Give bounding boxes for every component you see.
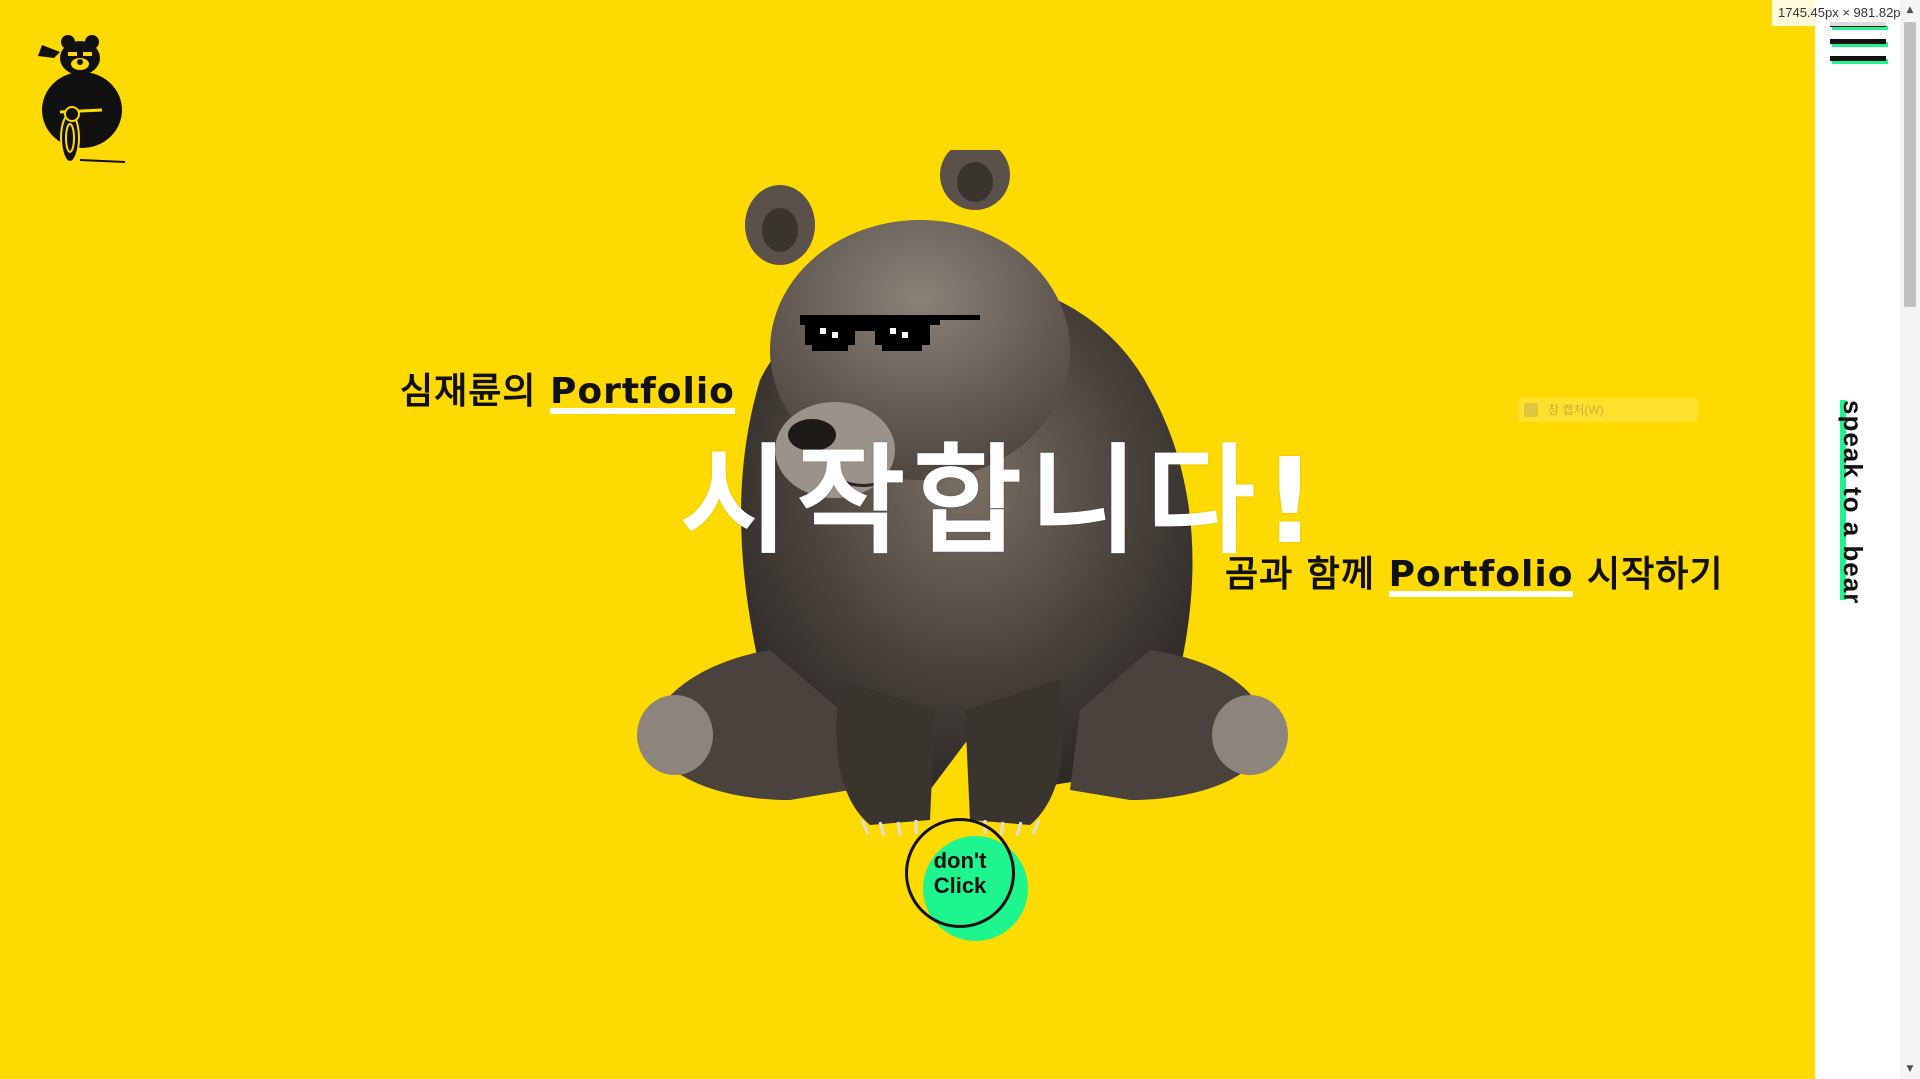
hero-section: 심재륜의 Portfolio 시작합니다! 곰과 함께 Portfolio 시작… — [0, 0, 1815, 1079]
scroll-thumb[interactable] — [1904, 22, 1916, 307]
scroll-up-arrow-icon[interactable]: ▲ — [1900, 2, 1920, 18]
hamburger-menu-button[interactable] — [1830, 22, 1888, 66]
sub-heading-owner-prefix: 심재륜의 — [400, 371, 537, 412]
speak-to-a-bear-link[interactable]: speak to a bear — [1838, 400, 1868, 604]
sub-heading-tagline-prefix: 곰과 함께 — [1225, 554, 1376, 595]
ghost-capture-tooltip: 창 캡처(W) — [1518, 398, 1698, 422]
speak-link-label: speak to a bear — [1838, 400, 1868, 605]
dimension-badge: 1745.45px × 981.82px — [1772, 0, 1914, 26]
sub-heading-tagline-suffix: 시작하기 — [1587, 554, 1724, 595]
dont-click-wrapper: don't Click — [905, 818, 1030, 943]
hamburger-icon-bar-3 — [1830, 56, 1886, 61]
dont-click-button[interactable]: don't Click — [905, 818, 1015, 928]
sub-heading-tagline-highlight: Portfolio — [1388, 554, 1574, 597]
bear-motorcycle-logo-icon[interactable] — [30, 30, 125, 165]
hamburger-icon-bar-2 — [1830, 39, 1886, 44]
vertical-scrollbar[interactable]: ▲ ▼ — [1900, 0, 1920, 1079]
scroll-down-arrow-icon[interactable]: ▼ — [1900, 1061, 1920, 1077]
sub-heading-tagline: 곰과 함께 Portfolio 시작하기 — [1225, 545, 1723, 597]
